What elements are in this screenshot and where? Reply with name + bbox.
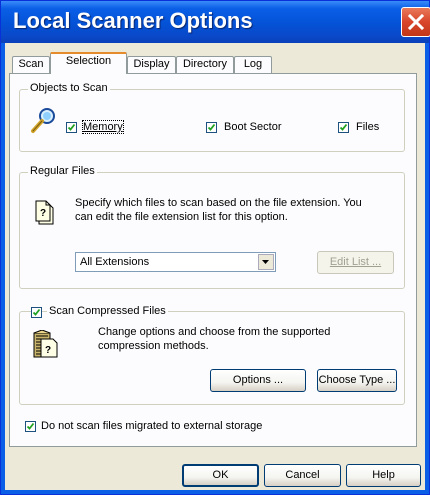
window-frame-left	[1, 43, 5, 494]
choose-type-button-label: Choose Type ...	[318, 374, 396, 386]
scan-compressed-checkbox[interactable]	[31, 307, 42, 318]
window-title: Local Scanner Options	[13, 8, 253, 33]
close-button[interactable]	[401, 7, 430, 37]
memory-label[interactable]: Memory	[82, 120, 124, 134]
checkmark-icon	[339, 123, 348, 131]
do-not-scan-migrated-label[interactable]: Do not scan files migrated to external s…	[41, 420, 262, 432]
files-label[interactable]: Files	[356, 121, 379, 133]
files-checkbox[interactable]	[338, 122, 349, 133]
tab-panel-selection: Objects to Scan Memory Boot Sector Files	[9, 73, 417, 447]
boot-sector-label[interactable]: Boot Sector	[224, 121, 281, 133]
options-button-label: Options ...	[232, 374, 284, 386]
help-button[interactable]: Help	[346, 464, 421, 487]
tab-display[interactable]: Display	[127, 56, 176, 73]
dropdown-button[interactable]	[258, 254, 274, 270]
checkmark-icon	[32, 308, 41, 316]
cancel-button[interactable]: Cancel	[264, 464, 341, 487]
window-frame-bottom	[1, 490, 429, 494]
tab-label: Scan	[18, 58, 44, 70]
ok-button-label: OK	[212, 469, 229, 481]
do-not-scan-migrated-checkbox[interactable]	[25, 421, 36, 432]
tab-label: Selection	[65, 55, 112, 67]
title-bar[interactable]: Local Scanner Options	[1, 1, 430, 43]
compressed-description-line1: Change options and choose from the suppo…	[98, 326, 331, 338]
extensions-dropdown[interactable]: All Extensions	[75, 252, 276, 272]
group-title-objects-to-scan: Objects to Scan	[28, 82, 110, 94]
checkmark-icon	[26, 422, 35, 430]
compressed-file-icon: ?	[33, 330, 58, 358]
compressed-description-line2: compression methods.	[98, 340, 209, 352]
group-title-regular-files: Regular Files	[28, 165, 97, 177]
tab-directory[interactable]: Directory	[176, 56, 234, 73]
regular-files-description-line1: Specify which files to scan based on the…	[75, 197, 362, 209]
tab-label: Log	[243, 58, 263, 70]
chevron-down-icon	[262, 260, 269, 264]
checkmark-icon	[67, 123, 76, 131]
regular-files-group: Regular Files ? Specify which files to s…	[19, 165, 405, 289]
tab-label: Display	[133, 58, 170, 70]
edit-list-button-label: Edit List ...	[329, 256, 382, 268]
extensions-dropdown-value: All Extensions	[80, 256, 150, 268]
svg-text:?: ?	[45, 345, 51, 356]
edit-list-button[interactable]: Edit List ...	[317, 251, 394, 274]
memory-checkbox[interactable]	[66, 122, 77, 133]
cancel-button-label: Cancel	[285, 469, 320, 481]
boot-sector-checkbox[interactable]	[206, 122, 217, 133]
checkmark-icon	[207, 123, 216, 131]
tab-selection[interactable]: Selection	[50, 52, 127, 74]
tab-label: Directory	[182, 58, 227, 70]
regular-files-description-line2: can edit the file extension list for thi…	[75, 211, 288, 223]
window-frame-right	[425, 43, 429, 494]
close-icon	[407, 13, 425, 31]
file-icon: ?	[35, 200, 54, 225]
ok-button[interactable]: OK	[182, 464, 259, 487]
tab-log[interactable]: Log	[234, 56, 272, 73]
svg-text:?: ?	[40, 208, 46, 219]
compressed-files-group: Scan Compressed Files ? Change options a…	[19, 305, 405, 405]
choose-type-button[interactable]: Choose Type ...	[317, 369, 397, 392]
objects-to-scan-group: Objects to Scan Memory Boot Sector Files	[19, 82, 405, 152]
options-button[interactable]: Options ...	[210, 369, 306, 392]
dialog-window: Local Scanner Options Scan Selection Dis…	[0, 0, 430, 495]
scan-compressed-label[interactable]: Scan Compressed Files	[47, 305, 168, 317]
magnifier-icon	[31, 108, 55, 133]
tab-scan[interactable]: Scan	[12, 56, 50, 73]
help-button-label: Help	[372, 469, 395, 481]
